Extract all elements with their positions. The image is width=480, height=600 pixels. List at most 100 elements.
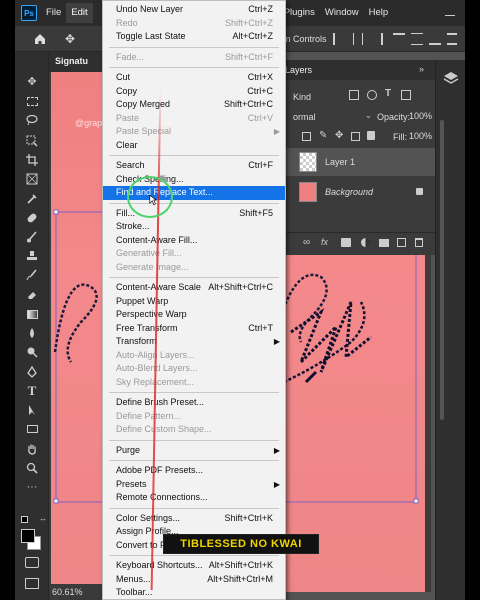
- gradient-tool-icon[interactable]: [25, 307, 39, 321]
- clone-stamp-tool-icon[interactable]: [25, 249, 39, 263]
- menu-item-define-pattern[interactable]: Define Pattern...: [103, 410, 285, 424]
- menu-item-cut[interactable]: Cut Ctrl+X: [103, 71, 285, 85]
- lock-transparency-icon[interactable]: [302, 132, 311, 141]
- brush-tool-icon[interactable]: [25, 230, 39, 244]
- link-layers-icon[interactable]: ∞: [303, 237, 310, 248]
- layer-row[interactable]: Background: [269, 178, 435, 206]
- move-tool-icon[interactable]: ✥: [25, 74, 39, 88]
- layer-style-icon[interactable]: fx: [321, 237, 328, 247]
- path-selection-tool-icon[interactable]: [25, 403, 39, 417]
- menu-item-content-aware-fill[interactable]: Content-Aware Fill...: [103, 234, 285, 248]
- menu-item-stroke[interactable]: Stroke...: [103, 220, 285, 234]
- align-right-icon[interactable]: [373, 33, 383, 45]
- minimize-icon[interactable]: [445, 6, 455, 16]
- menu-item-puppet-warp[interactable]: Puppet Warp: [103, 295, 285, 309]
- menu-item-paste-special[interactable]: Paste Special ▶: [103, 125, 285, 139]
- filter-shape-icon[interactable]: [401, 90, 411, 100]
- align-top-icon[interactable]: [393, 33, 405, 43]
- menu-item-remote-connections[interactable]: Remote Connections...: [103, 491, 285, 505]
- dodge-tool-icon[interactable]: [25, 345, 39, 359]
- eraser-tool-icon[interactable]: [25, 288, 39, 302]
- zoom-readout[interactable]: 60.61%: [52, 587, 83, 597]
- menu-item-copy[interactable]: Copy Ctrl+C: [103, 85, 285, 99]
- filter-image-icon[interactable]: [349, 90, 359, 100]
- menu-item-toggle-last-state[interactable]: Toggle Last State Alt+Ctrl+Z: [103, 30, 285, 44]
- menu-item-color-settings[interactable]: Color Settings... Shift+Ctrl+K: [103, 512, 285, 526]
- lock-position-icon[interactable]: ✥: [335, 130, 343, 141]
- menu-item-transform[interactable]: Transform ▶: [103, 335, 285, 349]
- panel-close-icon[interactable]: »: [419, 64, 424, 74]
- lock-all-icon[interactable]: [367, 131, 375, 140]
- chevron-down-icon[interactable]: ⌄: [365, 111, 372, 120]
- new-group-icon[interactable]: [379, 239, 389, 247]
- menu-item-copy-merged[interactable]: Copy Merged Shift+Ctrl+C: [103, 98, 285, 112]
- lock-artboard-icon[interactable]: [351, 132, 360, 141]
- menu-item-search[interactable]: Search Ctrl+F: [103, 159, 285, 173]
- filter-kind-select[interactable]: Kind: [293, 92, 311, 102]
- align-bottom-icon[interactable]: [429, 33, 441, 45]
- menu-item-generate-image[interactable]: Generate Image...: [103, 261, 285, 275]
- menu-edit[interactable]: Edit: [66, 3, 93, 23]
- menu-help[interactable]: Help: [364, 3, 394, 23]
- menu-item-free-transform[interactable]: Free Transform Ctrl+T: [103, 322, 285, 336]
- menu-item-purge[interactable]: Purge ▶: [103, 444, 285, 458]
- object-selection-tool-icon[interactable]: [25, 134, 39, 148]
- align-center-icon[interactable]: [353, 33, 363, 45]
- menu-item-define-brush-preset[interactable]: Define Brush Preset...: [103, 396, 285, 410]
- default-colors-icon[interactable]: [21, 516, 28, 523]
- menu-item-fade[interactable]: Fade... Shift+Ctrl+F: [103, 51, 285, 65]
- menu-item-sky-replacement[interactable]: Sky Replacement...: [103, 376, 285, 390]
- lasso-tool-icon[interactable]: [25, 113, 39, 127]
- history-brush-tool-icon[interactable]: [25, 268, 39, 282]
- filter-adjustment-icon[interactable]: [367, 90, 377, 100]
- eyedropper-tool-icon[interactable]: [25, 192, 39, 206]
- menu-item-generative-fill[interactable]: Generative Fill...: [103, 247, 285, 261]
- delete-layer-icon[interactable]: [415, 238, 423, 247]
- zoom-tool-icon[interactable]: [25, 461, 39, 475]
- menu-item-redo[interactable]: Redo Shift+Ctrl+Z: [103, 17, 285, 31]
- menu-item-perspective-warp[interactable]: Perspective Warp: [103, 308, 285, 322]
- layers-tab[interactable]: Layers: [285, 65, 312, 75]
- adjustment-layer-icon[interactable]: [361, 238, 370, 247]
- layer-row[interactable]: Layer 1: [269, 148, 435, 176]
- menu-item-adobe-pdf-presets[interactable]: Adobe PDF Presets...: [103, 464, 285, 478]
- foreground-color-swatch[interactable]: [21, 529, 35, 543]
- menu-item-auto-align-layers[interactable]: Auto-Align Layers...: [103, 349, 285, 363]
- add-mask-icon[interactable]: [341, 238, 351, 247]
- blur-tool-icon[interactable]: [25, 326, 39, 340]
- opacity-field[interactable]: 100%: [409, 111, 432, 121]
- new-layer-icon[interactable]: [397, 238, 406, 247]
- blend-mode-select[interactable]: ormal: [293, 112, 316, 122]
- hand-tool-icon[interactable]: [25, 442, 39, 456]
- menu-item-presets[interactable]: Presets ▶: [103, 478, 285, 492]
- crop-tool-icon[interactable]: [25, 153, 39, 167]
- menu-item-define-custom-shape[interactable]: Define Custom Shape...: [103, 423, 285, 437]
- menu-item-undo-new-layer[interactable]: Undo New Layer Ctrl+Z: [103, 3, 285, 17]
- menu-item-toolbar[interactable]: Toolbar...: [103, 586, 285, 600]
- menu-window[interactable]: Window: [320, 3, 364, 23]
- menu-item-paste[interactable]: Paste Ctrl+V: [103, 112, 285, 126]
- menu-item-auto-blend-layers[interactable]: Auto-Blend Layers...: [103, 362, 285, 376]
- rectangle-tool-icon[interactable]: [25, 422, 39, 436]
- marquee-tool-icon[interactable]: [25, 94, 39, 108]
- healing-brush-tool-icon[interactable]: [25, 211, 39, 225]
- menu-item-content-aware-scale[interactable]: Content-Aware Scale Alt+Shift+Ctrl+C: [103, 281, 285, 295]
- menu-item-clear[interactable]: Clear: [103, 139, 285, 153]
- swap-colors-icon[interactable]: ↔: [39, 514, 47, 523]
- more-tools-icon[interactable]: ···: [25, 480, 39, 494]
- lock-pixels-icon[interactable]: ✎: [319, 130, 327, 141]
- frame-tool-icon[interactable]: [25, 172, 39, 186]
- pen-tool-icon[interactable]: [25, 365, 39, 379]
- menu-item-keyboard-shortcuts[interactable]: Keyboard Shortcuts... Alt+Shift+Ctrl+K: [103, 559, 285, 573]
- layers-panel-icon[interactable]: [442, 70, 460, 86]
- menu-item-menus[interactable]: Menus... Alt+Shift+Ctrl+M: [103, 573, 285, 587]
- fill-field[interactable]: 100%: [409, 131, 432, 141]
- screen-mode-icon[interactable]: [25, 578, 39, 589]
- filter-type-icon[interactable]: T: [385, 88, 391, 99]
- align-middle-icon[interactable]: [411, 33, 423, 45]
- align-left-icon[interactable]: [333, 33, 343, 45]
- photoshop-logo-icon[interactable]: Ps: [21, 5, 37, 21]
- type-tool-icon[interactable]: T: [25, 383, 39, 398]
- move-tool-icon[interactable]: ✥: [65, 32, 79, 46]
- distribute-icon[interactable]: [447, 33, 457, 45]
